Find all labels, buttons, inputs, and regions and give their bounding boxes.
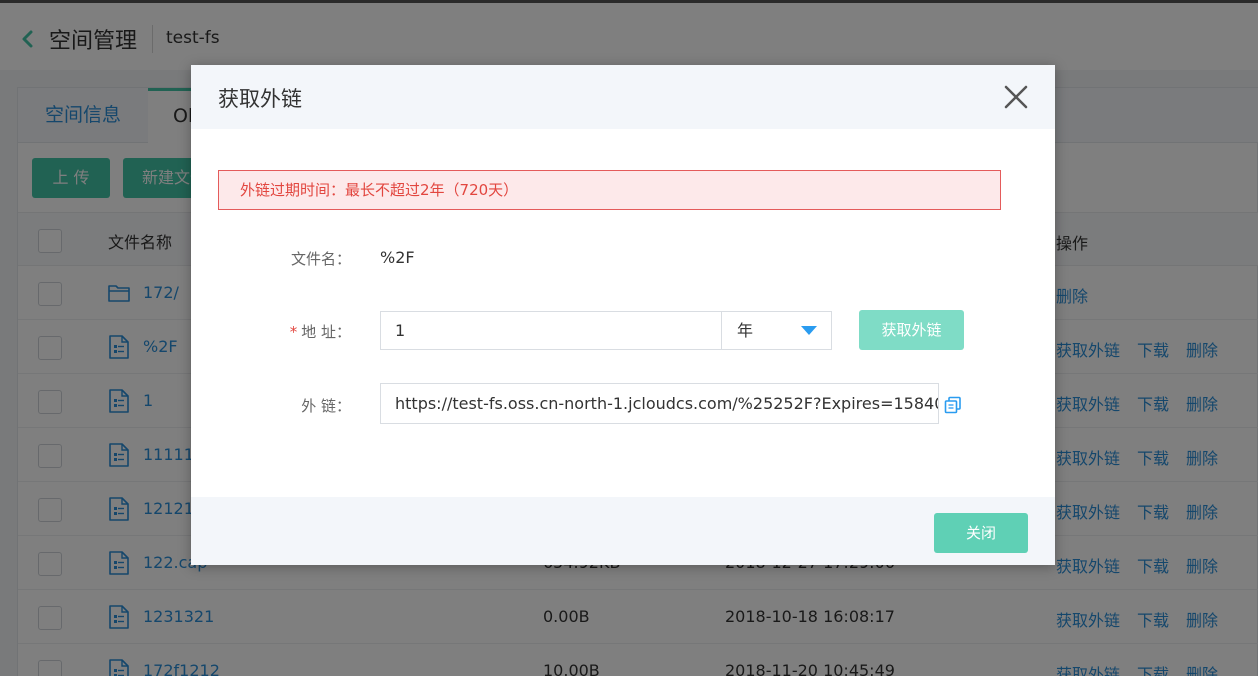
dialog-footer: 关闭 <box>191 497 1055 565</box>
file-name-value: %2F <box>380 248 415 267</box>
copy-icon[interactable] <box>944 396 962 414</box>
close-icon[interactable] <box>1002 83 1030 111</box>
expiry-alert: 外链过期时间：最长不超过2年（720天） <box>218 170 1001 210</box>
address-label-text: 地 址： <box>301 323 351 341</box>
link-label: 外 链： <box>301 397 351 415</box>
address-label: * 地 址： <box>191 321 351 342</box>
required-marker: * <box>289 323 298 341</box>
get-link-button[interactable]: 获取外链 <box>859 310 964 350</box>
expiry-amount-input[interactable]: 1 <box>380 311 722 350</box>
dialog-header: 获取外链 <box>191 65 1055 129</box>
expiry-unit-value: 年 <box>737 321 754 340</box>
expiry-unit-select[interactable]: 年 <box>721 311 832 350</box>
external-link-field[interactable]: https://test-fs.oss.cn-north-1.jcloudcs.… <box>380 383 939 424</box>
caret-down-icon <box>801 326 817 335</box>
get-link-dialog: 获取外链 外链过期时间：最长不超过2年（720天） 文件名： %2F * 地 址：… <box>191 65 1055 565</box>
dialog-title: 获取外链 <box>218 87 302 111</box>
file-name-label: 文件名： <box>290 250 351 268</box>
close-button[interactable]: 关闭 <box>934 513 1028 553</box>
